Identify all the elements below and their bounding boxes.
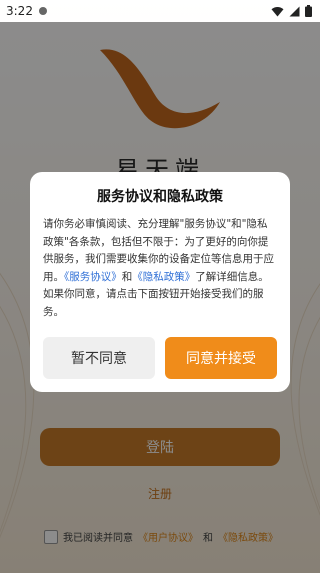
dialog-body: 请你务必审慎阅读、充分理解"服务协议"和"隐私政策"各条款，包括但不限于：为了更…: [43, 216, 277, 321]
status-bar: 3:22: [0, 0, 320, 22]
disagree-button[interactable]: 暂不同意: [43, 337, 155, 379]
privacy-dialog: 服务协议和隐私政策 请你务必审慎阅读、充分理解"服务协议"和"隐私政策"各条款，…: [30, 172, 290, 392]
service-agreement-link[interactable]: 《服务协议》: [64, 271, 122, 283]
agree-button[interactable]: 同意并接受: [165, 337, 277, 379]
dialog-title: 服务协议和隐私政策: [97, 189, 223, 205]
dialog-buttons: 暂不同意 同意并接受: [43, 337, 277, 379]
privacy-policy-link-dialog[interactable]: 《隐私政策》: [132, 271, 195, 283]
signal-icon: [289, 6, 300, 16]
status-time: 3:22: [6, 4, 33, 18]
status-left: 3:22: [6, 4, 47, 18]
status-right: [271, 5, 312, 17]
battery-icon: [305, 5, 312, 17]
notification-dot-icon: [38, 7, 47, 15]
dialog-and: 和: [121, 270, 133, 283]
wifi-icon: [271, 6, 284, 16]
